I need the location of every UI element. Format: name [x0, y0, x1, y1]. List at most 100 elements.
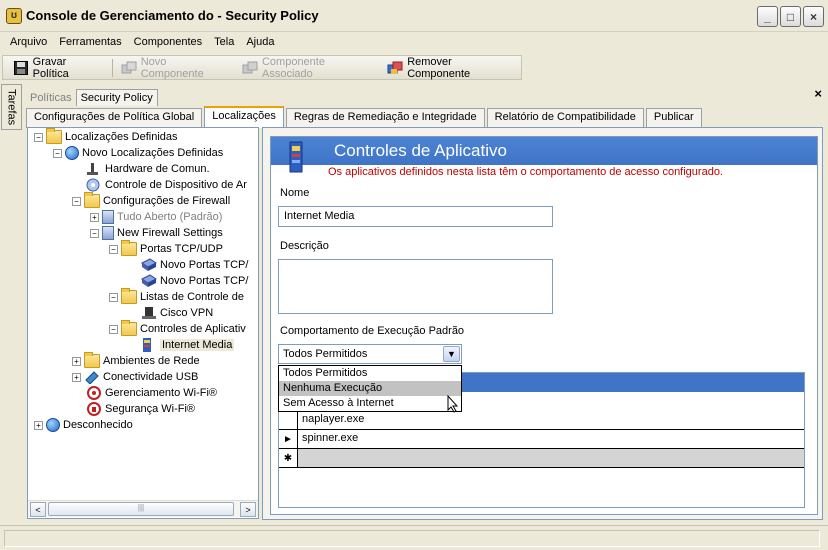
new-component-icon [121, 60, 137, 76]
new-component-label: Novo Componente [140, 55, 204, 80]
tree-node-label: Portas TCP/UDP [140, 243, 223, 255]
tree-node[interactable]: Novo Portas TCP/ [141, 257, 248, 273]
table-row[interactable]: naplayer.exe [279, 411, 804, 430]
name-label: Nome [280, 187, 310, 199]
tree-node[interactable]: + Conectividade USB [72, 369, 198, 385]
behavior-select[interactable]: Todos Permitidos ▼ [278, 344, 462, 364]
maximize-button[interactable]: □ [780, 6, 801, 27]
tree-node[interactable]: + Desconhecido [34, 417, 133, 433]
tree-node[interactable]: Novo Portas TCP/ [141, 273, 248, 289]
table-cell[interactable]: spinner.exe [298, 430, 804, 448]
panel-subtitle: Os aplicativos definidos nesta lista têm… [328, 166, 723, 178]
menu-componentes[interactable]: Componentes [128, 36, 209, 48]
option-all-allowed[interactable]: Todos Permitidos [279, 366, 461, 381]
remove-component-label: Remover Componente [407, 55, 471, 80]
option-no-execution[interactable]: Nenhuma Execução [279, 381, 461, 396]
tab-compatibility-report[interactable]: Relatório de Compatibilidade [486, 108, 644, 128]
tree-node[interactable]: Hardware de Comun. [86, 161, 210, 177]
save-policy-label: Gravar Política [32, 55, 69, 80]
tab-global-policy[interactable]: Configurações de Política Global [26, 108, 203, 128]
close-button[interactable]: × [803, 6, 824, 27]
new-row-icon[interactable]: ✱ [279, 449, 298, 467]
tree-node-selected[interactable]: Internet Media [141, 337, 235, 353]
tab-localizacoes[interactable]: Localizações [204, 106, 284, 128]
tree-node[interactable]: − Configurações de Firewall [72, 192, 231, 209]
associated-component-button[interactable]: Componente Associado [236, 56, 381, 80]
tree-node-label: Novo Portas TCP/ [160, 275, 249, 287]
option-no-internet[interactable]: Sem Acesso à Internet [279, 396, 461, 411]
collapse-icon[interactable]: − [109, 292, 118, 302]
panel-title: Controles de Aplicativo [334, 141, 507, 160]
tree-node[interactable]: Cisco VPN [141, 305, 213, 321]
status-bar [0, 525, 828, 550]
menu-ajuda[interactable]: Ajuda [240, 36, 280, 48]
menu-tela[interactable]: Tela [208, 36, 240, 48]
usb-icon [84, 370, 100, 385]
collapse-icon[interactable]: − [53, 148, 62, 158]
collapse-icon[interactable]: − [72, 196, 81, 206]
main-tabs: Configurações de Política Global Localiz… [26, 106, 704, 128]
firewall-icon [102, 226, 114, 240]
tree-node[interactable]: − New Firewall Settings [90, 225, 223, 241]
tab-publish[interactable]: Publicar [645, 108, 702, 128]
scrollbar-thumb[interactable]: ||| [48, 502, 234, 516]
device-control-icon [86, 178, 102, 192]
row-selector[interactable] [279, 411, 298, 429]
close-document-icon[interactable]: × [814, 86, 822, 101]
tree-node[interactable]: − Novo Localizações Definidas [53, 145, 223, 161]
tree-node-label: Cisco VPN [160, 307, 214, 319]
collapse-icon[interactable]: − [90, 228, 99, 238]
scroll-right-button[interactable]: > [240, 502, 256, 517]
menu-ferramentas[interactable]: Ferramentas [53, 36, 127, 48]
expand-icon[interactable]: + [72, 372, 81, 382]
table-row[interactable]: ► spinner.exe [279, 430, 804, 449]
menu-bar: Arquivo Ferramentas Componentes Tela Aju… [0, 32, 828, 52]
collapse-icon[interactable]: − [34, 132, 43, 142]
tree-node-label: Controles de Aplicativ [140, 323, 246, 335]
remove-component-button[interactable]: Remover Componente [381, 55, 521, 80]
tab-security-policy[interactable]: Security Policy [75, 89, 158, 106]
tree-horizontal-scrollbar[interactable]: < ||| > [28, 500, 258, 517]
tasks-sidebar-tab[interactable]: Tarefas [1, 84, 22, 130]
scroll-left-button[interactable]: < [30, 502, 46, 517]
tab-politicas[interactable]: Políticas [26, 90, 76, 106]
tree-node[interactable]: Segurança Wi-Fi® [86, 401, 195, 417]
tree-node[interactable]: + Tudo Aberto (Padrão) [90, 209, 222, 225]
toolbar: Gravar Política Novo Componente Componen… [2, 55, 522, 80]
tree-node[interactable]: − Portas TCP/UDP [109, 240, 223, 257]
description-label: Descrição [280, 240, 329, 252]
tree-node[interactable]: Gerenciamento Wi-Fi® [86, 385, 217, 401]
tree-node-label: Listas de Controle de [140, 291, 244, 303]
tab-remediation[interactable]: Regras de Remediação e Integridade [285, 108, 485, 128]
expand-icon[interactable]: + [34, 420, 43, 430]
globe-icon [65, 146, 79, 160]
tree-node[interactable]: + Ambientes de Rede [72, 352, 200, 369]
tree-node[interactable]: − Localizações Definidas [34, 128, 178, 145]
save-policy-button[interactable]: Gravar Política [7, 55, 110, 80]
vpn-icon [141, 306, 157, 320]
expand-icon[interactable]: + [90, 212, 99, 222]
tree-node[interactable]: Controle de Dispositivo de Ar [86, 177, 247, 193]
expand-icon[interactable]: + [72, 356, 81, 366]
minimize-button[interactable]: _ [757, 6, 778, 27]
application-control-icon [285, 140, 307, 176]
chevron-down-icon[interactable]: ▼ [443, 346, 460, 362]
new-component-button[interactable]: Novo Componente [115, 55, 236, 80]
collapse-icon[interactable]: − [109, 244, 118, 254]
tree-node[interactable]: − Controles de Aplicativ [109, 320, 246, 337]
tree-node-label: Novo Portas TCP/ [160, 259, 249, 271]
menu-arquivo[interactable]: Arquivo [4, 36, 53, 48]
new-row[interactable]: ✱ [279, 449, 804, 468]
tree-node-label: Configurações de Firewall [103, 195, 231, 207]
collapse-icon[interactable]: − [109, 324, 118, 334]
tree-node[interactable]: − Listas de Controle de [109, 288, 244, 305]
current-row-icon[interactable]: ► [279, 430, 298, 448]
table-cell[interactable] [298, 449, 804, 467]
modem-icon [86, 162, 102, 176]
description-field[interactable] [278, 259, 553, 314]
title-bar: ʊ Console de Gerenciamento do - Security… [0, 0, 828, 32]
table-cell[interactable]: naplayer.exe [298, 411, 804, 429]
tree-node-label: Ambientes de Rede [103, 355, 200, 367]
name-field[interactable]: Internet Media [278, 206, 553, 227]
tree-node-label: Controle de Dispositivo de Ar [105, 179, 247, 191]
